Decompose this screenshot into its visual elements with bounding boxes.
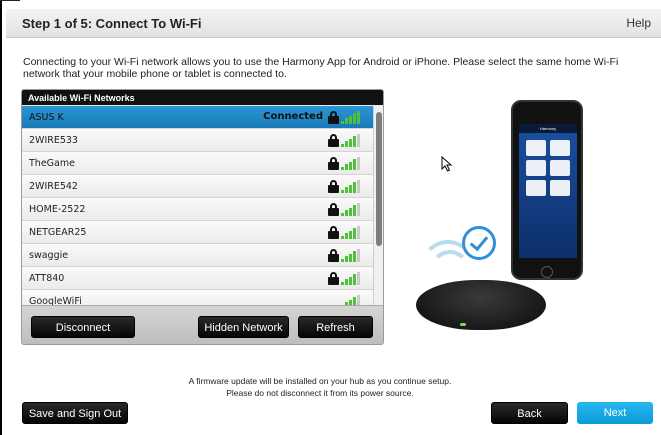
app-tile-icon [550,140,570,156]
signal-strength-icon [341,179,361,193]
network-row[interactable]: ASUS K Connected [22,106,373,129]
network-name: TheGame [29,158,75,169]
lock-icon [328,111,339,124]
network-name: ASUS K [29,112,64,123]
app-tile-icon [550,180,570,196]
wifi-networks-panel: Available Wi-Fi Networks ASUS K Connected… [21,89,384,345]
checkmark-icon [462,226,496,260]
network-row[interactable]: HOME-2522 [22,198,373,221]
network-row[interactable]: 2WIRE542 [22,175,373,198]
lock-icon [328,272,339,285]
network-name: 2WIRE542 [29,181,78,192]
hub-led [460,323,466,326]
signal-strength-icon [341,156,361,170]
app-tile-icon [526,180,546,196]
disconnect-button[interactable]: Disconnect [31,316,135,338]
network-row[interactable]: swaggie [22,244,373,267]
app-tile-icon [550,160,570,176]
panel-button-bar: Disconnect Hidden Network Refresh [22,305,383,344]
signal-strength-icon [341,271,361,285]
intro-text: Connecting to your Wi-Fi network allows … [23,56,619,80]
phone-home-button [541,266,553,278]
harmony-hero-illustration: Harmony [412,100,583,340]
network-name: GoogleWiFi [29,296,82,305]
mouse-cursor-icon [441,156,453,172]
connection-status: Connected [263,111,323,122]
network-row[interactable]: GoogleWiFi [22,290,373,305]
phone-image: Harmony [511,100,583,280]
firmware-notice-line2: Please do not disconnect it from its pow… [226,388,414,398]
next-button[interactable]: Next [577,402,653,424]
signal-strength-icon [341,110,361,124]
network-name: ATT840 [29,273,65,284]
network-row[interactable]: NETGEAR25 [22,221,373,244]
signal-strength-icon [341,133,361,147]
page-title: Step 1 of 5: Connect To Wi-Fi [22,16,202,31]
window-left-edge [0,0,2,435]
network-list: ASUS K Connected 2WIRE533 TheGame 2WIRE542 HO… [22,106,373,305]
window-top-edge [0,0,20,1]
signal-strength-icon [341,225,361,239]
network-name: HOME-2522 [29,204,86,215]
lock-icon [328,203,339,216]
phone-app-title: Harmony [519,124,577,133]
help-link[interactable]: Help [626,16,651,30]
hidden-network-button[interactable]: Hidden Network [198,316,289,338]
lock-icon [328,226,339,239]
step-header: Step 1 of 5: Connect To Wi-Fi Help [6,9,661,38]
lock-icon [328,180,339,193]
signal-strength-icon [341,202,361,216]
phone-screen: Harmony [519,124,577,258]
app-tiles [524,138,572,198]
save-and-sign-out-button[interactable]: Save and Sign Out [22,402,128,424]
network-list-scrollbar[interactable] [373,106,383,305]
app-tile-icon [526,160,546,176]
panel-heading: Available Wi-Fi Networks [22,90,383,105]
lock-icon [328,134,339,147]
back-button[interactable]: Back [491,402,568,424]
network-row[interactable]: ATT840 [22,267,373,290]
refresh-button[interactable]: Refresh [298,316,373,338]
harmony-hub-image [416,280,546,330]
scrollbar-thumb[interactable] [376,112,382,246]
lock-icon [328,157,339,170]
network-row[interactable]: TheGame [22,152,373,175]
network-row[interactable]: 2WIRE533 [22,129,373,152]
firmware-notice: A firmware update will be installed on y… [140,375,500,399]
app-tile-icon [526,140,546,156]
firmware-notice-line1: A firmware update will be installed on y… [188,376,452,386]
network-name: 2WIRE533 [29,135,78,146]
lock-icon [328,249,339,262]
signal-strength-icon [341,248,361,262]
network-name: swaggie [29,250,69,261]
network-name: NETGEAR25 [29,227,87,238]
signal-strength-icon [341,294,361,305]
